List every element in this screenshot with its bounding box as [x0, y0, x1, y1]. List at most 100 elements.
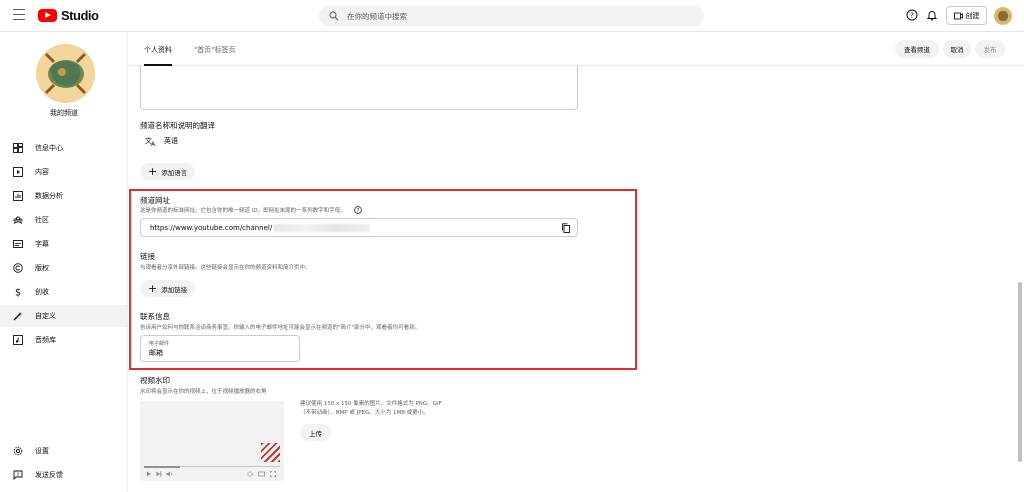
- svg-text:$: $: [15, 288, 21, 298]
- channel-name: 我的频道: [50, 109, 78, 117]
- sidebar-item-customization[interactable]: 自定义: [0, 305, 127, 327]
- sidebar-item-analytics[interactable]: 数据分析: [0, 185, 127, 207]
- sidebar-item-label: 音频库: [35, 336, 56, 344]
- channel-url-title: 频道网址: [140, 196, 170, 205]
- plus-icon: +: [148, 281, 158, 295]
- tab-home[interactable]: "首页"标签页: [194, 45, 235, 55]
- help-icon[interactable]: ?: [353, 206, 362, 214]
- main-content: 频道名称和说明的翻译 文 A 英语 + 添加语言 频道网址 这是你频道的标准网址…: [128, 66, 1016, 492]
- language-row: 文 A 英语: [145, 136, 178, 146]
- sidebar-item-label: 创收: [35, 288, 49, 296]
- sidebar-item-dashboard[interactable]: 信息中心: [0, 137, 127, 159]
- notifications-icon[interactable]: [926, 9, 938, 21]
- translate-icon: 文 A: [145, 136, 156, 146]
- channel-avatar-image: [36, 44, 95, 103]
- channel-avatar[interactable]: [36, 44, 95, 103]
- sidebar-item-community[interactable]: 社区: [0, 209, 127, 231]
- sidebar-item-settings[interactable]: 设置: [0, 440, 127, 462]
- theater-mode-icon: [258, 471, 265, 477]
- logo-text: Studio: [61, 8, 99, 23]
- tab-profile[interactable]: 个人资料: [144, 45, 172, 66]
- menu-icon[interactable]: [13, 9, 25, 21]
- description-textarea[interactable]: [140, 66, 578, 110]
- sidebar-item-label: 发送反馈: [35, 471, 63, 479]
- play-icon: [147, 471, 151, 477]
- sidebar-item-label: 社区: [35, 216, 49, 224]
- copy-icon[interactable]: [561, 223, 571, 233]
- view-channel-button[interactable]: 查看频道: [895, 40, 939, 58]
- add-language-label: 添加语言: [161, 168, 188, 177]
- translation-title: 频道名称和说明的翻译: [140, 121, 215, 130]
- customization-icon: [13, 312, 22, 321]
- watermark-title: 视频水印: [140, 376, 170, 385]
- svg-text:A: A: [151, 141, 156, 146]
- help-icon[interactable]: ?: [906, 9, 918, 21]
- scrollbar-thumb[interactable]: [1018, 282, 1022, 462]
- publish-button[interactable]: 发布: [975, 40, 1005, 58]
- content-icon: [13, 167, 23, 177]
- channel-url-desc-row: 这是你频道的标准网址。它包含你的唯一频道 ID，即网址末尾的一系列数字和字母。 …: [140, 206, 362, 214]
- fullscreen-icon: [270, 471, 276, 477]
- sidebar-item-content[interactable]: 内容: [0, 161, 127, 183]
- email-label: 电子邮件: [149, 341, 170, 347]
- sidebar-item-feedback[interactable]: 发送反馈: [0, 464, 127, 486]
- channel-url-description: 这是你频道的标准网址。它包含你的唯一频道 ID，即网址末尾的一系列数字和字母。: [140, 208, 346, 214]
- cancel-button[interactable]: 取消: [943, 40, 971, 58]
- youtube-logo-icon: [38, 9, 57, 22]
- volume-icon: [166, 471, 172, 477]
- create-label: 创建: [965, 11, 980, 20]
- watermark-recommendation-2: （不带动画）、BMP 或 JPEG。大小为 1MB 或更小。: [300, 410, 429, 416]
- channel-url-text: https://www.youtube.com/channel/: [150, 223, 273, 232]
- sidebar: 我的频道 信息中心 内容 数据分析 社区 字幕 版权 $ 创收 自定义 音频库 …: [0, 32, 128, 492]
- sidebar-item-copyright[interactable]: 版权: [0, 257, 127, 279]
- watermark-recommendation-1: 建议使用 150 x 150 像素的图片。文件格式为 PNG、GIF: [300, 401, 442, 407]
- sidebar-item-label: 设置: [35, 447, 49, 455]
- sidebar-item-subtitles[interactable]: 字幕: [0, 233, 127, 255]
- upload-label: 上传: [309, 429, 322, 438]
- dashboard-icon: [13, 143, 23, 153]
- audio-library-icon: [13, 335, 23, 345]
- page-scrollbar[interactable]: [1016, 32, 1024, 492]
- copyright-icon: [13, 263, 23, 273]
- watermark-description: 水印将会显示在你的视频上，位于视频播放器的右角: [140, 389, 267, 395]
- links-title: 链接: [140, 252, 155, 261]
- create-video-icon: [953, 12, 963, 19]
- watermark-placeholder: [261, 443, 280, 462]
- contact-description: 告诉用户如何与你联系洽谈商务事宜。你输入的电子邮件地址可能会显示在频道的"简介"…: [140, 325, 421, 331]
- sidebar-item-label: 数据分析: [35, 192, 63, 200]
- account-avatar[interactable]: [994, 7, 1012, 25]
- top-bar: Studio ? 创建: [0, 0, 1024, 32]
- sidebar-item-label: 信息中心: [35, 144, 63, 152]
- studio-logo[interactable]: Studio: [38, 8, 99, 23]
- search-input[interactable]: [347, 11, 647, 21]
- next-icon: [156, 471, 162, 477]
- upload-button[interactable]: 上传: [300, 424, 331, 441]
- svg-text:?: ?: [356, 208, 359, 214]
- sidebar-item-label: 版权: [35, 264, 49, 272]
- search-icon: [329, 11, 339, 21]
- preview-progress-fill: [144, 466, 180, 468]
- sidebar-item-label: 内容: [35, 168, 49, 176]
- add-link-label: 添加链接: [161, 285, 188, 294]
- svg-text:?: ?: [910, 12, 914, 20]
- sidebar-item-audio-library[interactable]: 音频库: [0, 329, 127, 351]
- contact-title: 联系信息: [140, 312, 170, 321]
- language-label: 英语: [164, 137, 178, 145]
- create-button[interactable]: 创建: [946, 6, 987, 25]
- plus-icon: +: [148, 164, 158, 178]
- sidebar-item-earn[interactable]: $ 创收: [0, 281, 127, 303]
- email-input[interactable]: [149, 349, 289, 357]
- email-field[interactable]: 电子邮件: [140, 335, 300, 362]
- links-description: 与观看者分享外部链接。这些链接会显示在你的频道资料和简介页中。: [140, 265, 311, 271]
- subtitles-icon: [13, 240, 23, 248]
- search-bar[interactable]: [319, 6, 704, 26]
- watermark-preview: [140, 401, 284, 481]
- feedback-icon: [13, 470, 23, 480]
- add-language-button[interactable]: + 添加语言: [140, 163, 196, 180]
- settings-icon: [13, 446, 23, 456]
- add-link-button[interactable]: + 添加链接: [140, 280, 196, 297]
- earn-icon: $: [15, 288, 21, 298]
- channel-url-field[interactable]: https://www.youtube.com/channel/: [140, 218, 578, 237]
- customization-tabs: 个人资料 "首页"标签页 查看频道 取消 发布: [128, 32, 1024, 66]
- community-icon: [13, 216, 23, 224]
